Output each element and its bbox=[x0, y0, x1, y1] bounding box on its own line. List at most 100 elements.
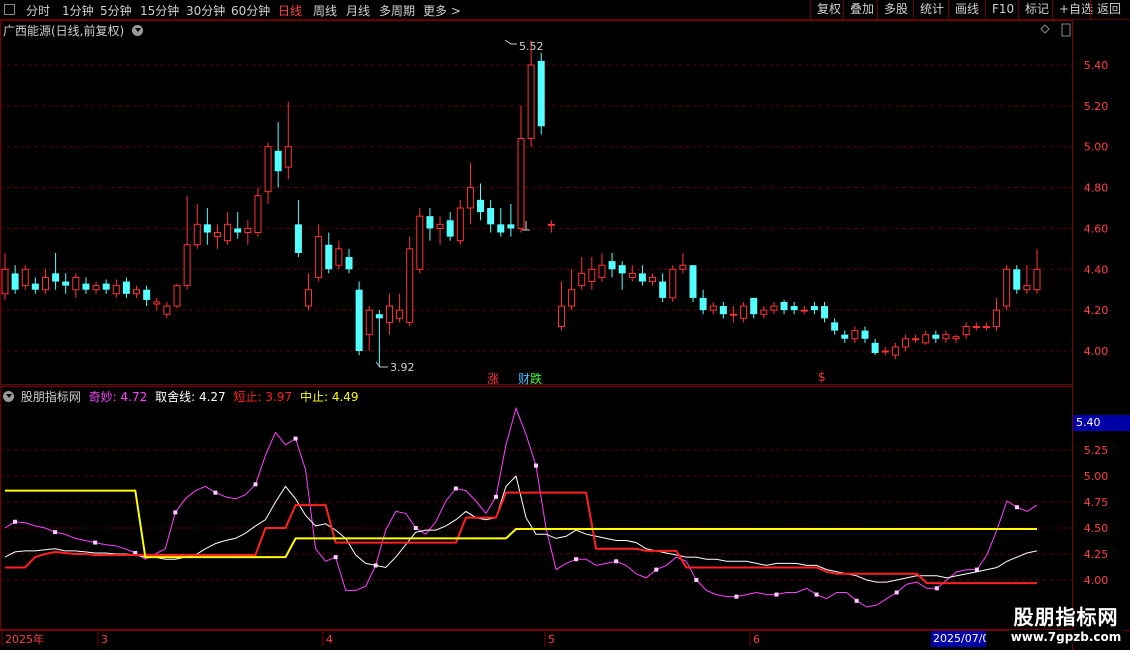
main-grid bbox=[0, 64, 1072, 352]
candle bbox=[153, 297, 161, 311]
y-tick-label: 4.25 bbox=[1084, 548, 1109, 561]
zhongzhi-value: 4.49 bbox=[331, 390, 359, 404]
chevron-down-icon[interactable] bbox=[3, 391, 14, 402]
watermark-title: 股朋指标网 bbox=[1013, 605, 1119, 629]
marker-die[interactable]: 跌 bbox=[530, 372, 542, 386]
candle bbox=[122, 277, 130, 298]
high-pointer bbox=[504, 39, 517, 45]
candle bbox=[163, 301, 171, 319]
candle bbox=[901, 334, 909, 351]
candle bbox=[92, 281, 100, 294]
event-markers: 涨 bbox=[487, 370, 499, 387]
marker-cai[interactable]: 财 bbox=[518, 372, 530, 386]
indicator-name: 股朋指标网 bbox=[20, 390, 81, 404]
candle bbox=[254, 187, 262, 237]
candle bbox=[375, 310, 383, 368]
candle bbox=[719, 301, 727, 319]
scroll-box-icon[interactable] bbox=[1061, 23, 1071, 37]
date-label: 5 bbox=[548, 633, 555, 646]
cursor-date-box: 2025/07/0 bbox=[931, 631, 986, 647]
candle bbox=[264, 142, 272, 204]
y-tick-label: 4.80 bbox=[1084, 182, 1109, 195]
diamond-icon[interactable] bbox=[1040, 24, 1050, 34]
candle bbox=[598, 252, 606, 282]
candle bbox=[729, 306, 737, 323]
candle bbox=[274, 122, 282, 188]
cursor-value-box: 5.40 bbox=[1073, 415, 1130, 431]
qimiao-dot bbox=[934, 586, 939, 591]
stock-title: 广西能源(日线,前复权) bbox=[3, 24, 125, 38]
marker-dollar[interactable]: $ bbox=[818, 370, 826, 384]
candle bbox=[1003, 265, 1011, 311]
candle bbox=[436, 216, 444, 245]
candle bbox=[234, 212, 242, 239]
candle bbox=[325, 232, 333, 274]
date-axis: 2025年 3 4 5 6 bbox=[1, 630, 760, 646]
qimiao-dot bbox=[53, 530, 58, 535]
candle bbox=[294, 199, 302, 258]
candle bbox=[487, 199, 495, 233]
candle bbox=[810, 301, 818, 315]
y-tick-label: 4.20 bbox=[1084, 304, 1109, 317]
candle bbox=[173, 283, 181, 309]
candle bbox=[426, 208, 434, 241]
zhongzhi-label: 中止: bbox=[299, 390, 328, 404]
indicator-legend: 股朋指标网 奇妙: 4.72 取舍线: 4.27 短止: 3.97 中止: 4.… bbox=[3, 388, 359, 405]
candle bbox=[446, 212, 454, 241]
candle bbox=[203, 208, 211, 245]
candle bbox=[831, 318, 839, 335]
qimiao-dot bbox=[814, 592, 819, 597]
candle bbox=[618, 261, 626, 290]
candle bbox=[456, 199, 464, 245]
y-tick-label: 5.20 bbox=[1084, 100, 1109, 113]
qimiao-dot bbox=[173, 510, 178, 515]
y-tick-label: 4.50 bbox=[1084, 522, 1109, 535]
event-marker-dollar: $ bbox=[818, 370, 826, 384]
candle bbox=[517, 105, 525, 233]
candle bbox=[102, 279, 110, 294]
candle bbox=[790, 301, 798, 315]
candle bbox=[841, 330, 849, 343]
qimiao-dot bbox=[894, 590, 899, 595]
qimiao-dot bbox=[574, 557, 579, 562]
marker-zhang[interactable]: 涨 bbox=[487, 372, 499, 386]
date-label: 2025年 bbox=[5, 632, 44, 646]
candle bbox=[993, 297, 1001, 331]
candle bbox=[780, 299, 788, 315]
y-tick-label: 4.00 bbox=[1084, 345, 1109, 358]
candle bbox=[305, 273, 313, 311]
indicator-line-2 bbox=[5, 491, 1037, 585]
qimiao-dot bbox=[253, 482, 258, 487]
candle bbox=[770, 301, 778, 315]
candle bbox=[851, 326, 859, 343]
candle bbox=[871, 338, 879, 356]
qimiao-dot bbox=[293, 436, 298, 441]
candle bbox=[861, 326, 869, 343]
candle bbox=[1, 252, 9, 300]
chevron-down-icon[interactable] bbox=[132, 25, 144, 36]
candle bbox=[193, 203, 201, 249]
stock-chart[interactable]: 5.40 5.20 5.00 4.80 4.60 4.40 4.20 4.00 5.25 5.0… bbox=[0, 0, 1130, 650]
candle bbox=[638, 265, 646, 286]
candle bbox=[881, 346, 889, 356]
event-markers-2: 财跌 bbox=[518, 370, 542, 387]
high-label: 5.52 bbox=[519, 40, 544, 53]
candle bbox=[588, 257, 596, 290]
candle bbox=[659, 273, 667, 302]
low-pointer bbox=[375, 361, 388, 368]
candle bbox=[689, 265, 697, 302]
candle bbox=[315, 224, 323, 282]
candle bbox=[52, 252, 60, 290]
candle bbox=[740, 301, 748, 323]
candle bbox=[62, 273, 70, 294]
candle bbox=[41, 269, 49, 294]
qimiao-dot bbox=[534, 463, 539, 468]
qimiao-dot bbox=[333, 555, 338, 560]
qushe-label: 取舍线: bbox=[155, 390, 196, 404]
date-label: 6 bbox=[753, 633, 760, 646]
duanzhi-value: 3.97 bbox=[265, 390, 293, 404]
candle bbox=[547, 220, 555, 233]
candle bbox=[406, 236, 414, 327]
indicator-lines bbox=[4, 406, 1038, 608]
indicator-y-axis: 5.25 5.00 4.75 4.50 4.25 4.00 bbox=[1084, 444, 1109, 587]
